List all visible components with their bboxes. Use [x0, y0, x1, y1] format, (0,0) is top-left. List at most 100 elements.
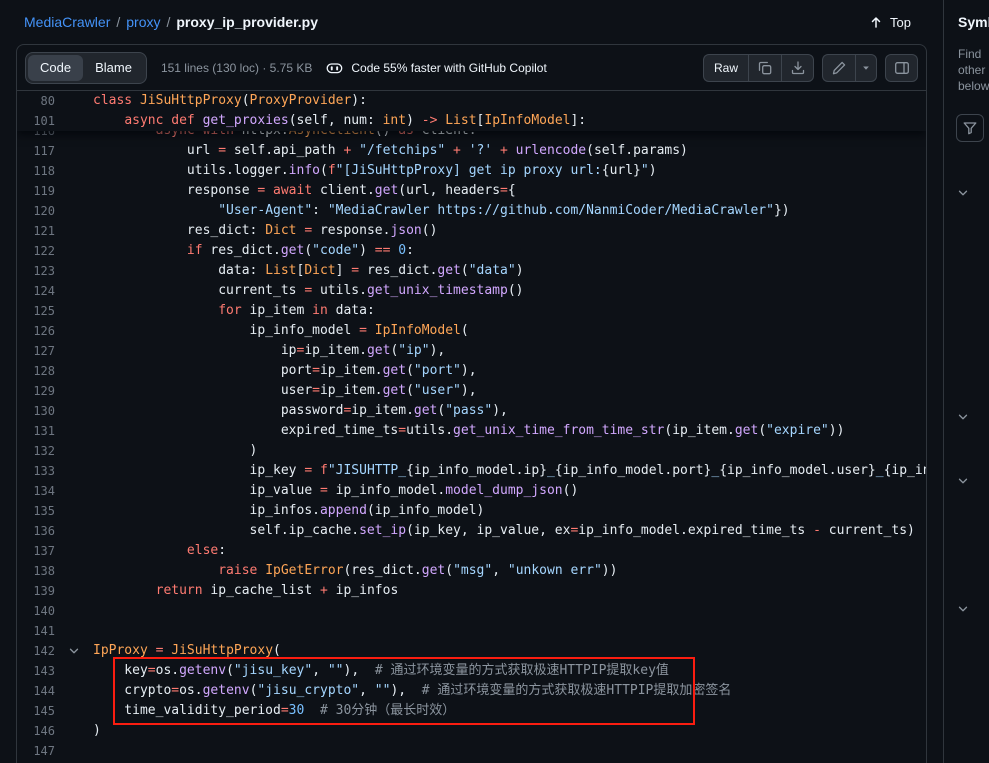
- fold-gutter: [55, 721, 93, 741]
- code-text: current_ts = utils.get_unix_timestamp(): [93, 281, 524, 301]
- fold-gutter: [55, 421, 93, 441]
- breadcrumb-repo-link[interactable]: MediaCrawler: [24, 14, 110, 30]
- fold-gutter: [55, 161, 93, 181]
- code-text: ): [93, 441, 257, 461]
- line-number[interactable]: 132: [17, 441, 55, 461]
- symbols-description-line: Find: [958, 46, 989, 62]
- line-number[interactable]: 101: [17, 111, 55, 131]
- edit-button[interactable]: [822, 54, 855, 82]
- fold-gutter: [55, 541, 93, 561]
- line-number[interactable]: 144: [17, 681, 55, 701]
- line-number[interactable]: 133: [17, 461, 55, 481]
- line-number[interactable]: 146: [17, 721, 55, 741]
- filter-symbols-button[interactable]: [956, 114, 984, 142]
- chevron-down-icon[interactable]: [956, 474, 972, 490]
- line-number[interactable]: 139: [17, 581, 55, 601]
- file-toolbar: Code Blame 151 lines (130 loc) · 5.75 KB…: [17, 45, 926, 91]
- line-number[interactable]: 123: [17, 261, 55, 281]
- fold-gutter: [55, 381, 93, 401]
- breadcrumb-separator: /: [116, 14, 120, 30]
- line-number[interactable]: 122: [17, 241, 55, 261]
- tab-blame[interactable]: Blame: [83, 55, 144, 81]
- code-line: 131 expired_time_ts=utils.get_unix_time_…: [17, 421, 926, 441]
- fold-gutter: [55, 361, 93, 381]
- code-text: ip_value = ip_info_model.model_dump_json…: [93, 481, 578, 501]
- code-lines: 116 async with httpx.AsyncClient() as cl…: [17, 91, 926, 761]
- line-number[interactable]: 147: [17, 741, 55, 761]
- line-number[interactable]: 143: [17, 661, 55, 681]
- copy-button[interactable]: [748, 54, 781, 82]
- line-number[interactable]: 120: [17, 201, 55, 221]
- code-text: data: List[Dict] = res_dict.get("data"): [93, 261, 524, 281]
- raw-copy-download-group: Raw: [703, 54, 814, 82]
- code-line: 117 url = self.api_path + "/fetchips" + …: [17, 141, 926, 161]
- line-number[interactable]: 137: [17, 541, 55, 561]
- fold-gutter: [55, 661, 93, 681]
- toolbar-actions: Raw: [703, 54, 918, 82]
- code-line: 124 current_ts = utils.get_unix_timestam…: [17, 281, 926, 301]
- back-to-top-button[interactable]: Top: [860, 10, 919, 34]
- code-blame-switcher: Code Blame: [25, 52, 147, 84]
- line-number[interactable]: 128: [17, 361, 55, 381]
- line-number[interactable]: 145: [17, 701, 55, 721]
- line-number[interactable]: 124: [17, 281, 55, 301]
- code-line: 120 "User-Agent": "MediaCrawler https://…: [17, 201, 926, 221]
- fold-gutter: [55, 201, 93, 221]
- copy-icon: [757, 60, 773, 76]
- fold-gutter: [55, 281, 93, 301]
- code-text: return ip_cache_list + ip_infos: [93, 581, 398, 601]
- line-number[interactable]: 121: [17, 221, 55, 241]
- line-number[interactable]: 134: [17, 481, 55, 501]
- file-view: MediaCrawler / proxy / proxy_ip_provider…: [0, 0, 943, 763]
- line-number[interactable]: 126: [17, 321, 55, 341]
- line-number[interactable]: 130: [17, 401, 55, 421]
- symbols-description-line: other: [958, 62, 989, 78]
- line-number[interactable]: 125: [17, 301, 55, 321]
- edit-dropdown-button[interactable]: [855, 54, 877, 82]
- code-text: port=ip_item.get("port"),: [93, 361, 477, 381]
- fold-gutter: [55, 111, 93, 131]
- chevron-down-icon[interactable]: [55, 641, 93, 661]
- code-line: 136 self.ip_cache.set_ip(ip_key, ip_valu…: [17, 521, 926, 541]
- line-number[interactable]: 127: [17, 341, 55, 361]
- line-number[interactable]: 142: [17, 641, 55, 661]
- code-line: 122 if res_dict.get("code") == 0:: [17, 241, 926, 261]
- line-number[interactable]: 136: [17, 521, 55, 541]
- line-number[interactable]: 131: [17, 421, 55, 441]
- code-text: else:: [93, 541, 226, 561]
- code-text: key=os.getenv("jisu_key", ""), # 通过环境变量的…: [93, 661, 669, 681]
- line-number[interactable]: 80: [17, 91, 55, 111]
- line-number[interactable]: 135: [17, 501, 55, 521]
- chevron-down-icon[interactable]: [956, 186, 972, 202]
- code-line: 143 key=os.getenv("jisu_key", ""), # 通过环…: [17, 661, 926, 681]
- tab-code[interactable]: Code: [28, 55, 83, 81]
- code-text: ip=ip_item.get("ip"),: [93, 341, 445, 361]
- chevron-down-icon[interactable]: [956, 410, 972, 426]
- line-number[interactable]: 141: [17, 621, 55, 641]
- copilot-banner[interactable]: Code 55% faster with GitHub Copilot: [326, 60, 546, 76]
- code-text: class JiSuHttpProxy(ProxyProvider):: [93, 91, 367, 111]
- fold-gutter: [55, 621, 93, 641]
- line-number[interactable]: 117: [17, 141, 55, 161]
- fold-gutter: [55, 401, 93, 421]
- code-text: raise IpGetError(res_dict.get("msg", "un…: [93, 561, 617, 581]
- line-number[interactable]: 138: [17, 561, 55, 581]
- code-text: if res_dict.get("code") == 0:: [93, 241, 414, 261]
- breadcrumb-folder-link[interactable]: proxy: [126, 14, 160, 30]
- symbols-panel-toggle-button[interactable]: [885, 54, 918, 82]
- download-button[interactable]: [781, 54, 814, 82]
- line-number[interactable]: 118: [17, 161, 55, 181]
- fold-gutter: [55, 561, 93, 581]
- sticky-context-lines: 80 class JiSuHttpProxy(ProxyProvider): 101…: [17, 91, 926, 131]
- code-line: 128 port=ip_item.get("port"),: [17, 361, 926, 381]
- breadcrumb: MediaCrawler / proxy / proxy_ip_provider…: [0, 0, 943, 44]
- code-line: 144 crypto=os.getenv("jisu_crypto", ""),…: [17, 681, 926, 701]
- line-number[interactable]: 140: [17, 601, 55, 621]
- breadcrumb-separator: /: [166, 14, 170, 30]
- line-number[interactable]: 119: [17, 181, 55, 201]
- chevron-down-icon[interactable]: [956, 602, 972, 618]
- raw-button[interactable]: Raw: [703, 54, 748, 82]
- code-text: ip_infos.append(ip_info_model): [93, 501, 484, 521]
- line-number[interactable]: 129: [17, 381, 55, 401]
- copilot-banner-text: Code 55% faster with GitHub Copilot: [351, 61, 546, 75]
